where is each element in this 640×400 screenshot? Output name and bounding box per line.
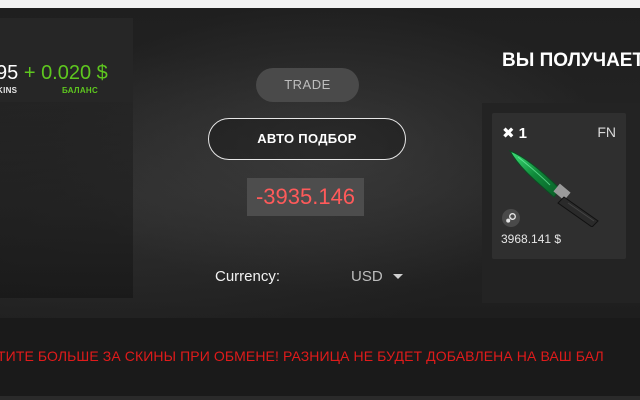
plus-sign: +: [23, 62, 36, 84]
balance-value: 0.020 $: [41, 62, 108, 84]
you-get-heading: ВЫ ПОЛУЧАЕТ: [502, 50, 640, 71]
quantity-value: 1: [518, 124, 527, 142]
skins-label: KINS: [0, 86, 18, 95]
item-card[interactable]: ✖ 1 FN 3968.141 $: [492, 113, 626, 259]
bottom-strip: [0, 396, 640, 400]
skins-count: 95: [0, 62, 19, 84]
currency-value: USD: [351, 268, 383, 285]
auto-select-button[interactable]: АВТО ПОДБОР: [208, 118, 406, 160]
currency-select[interactable]: USD: [351, 268, 403, 285]
warning-message: ТИТЕ БОЛЬШЕ ЗА СКИНЫ ПРИ ОБМЕНЕ! РАЗНИЦА…: [0, 348, 640, 364]
knife-icon: [508, 150, 599, 227]
user-stats-box: 95 + 0.020 $ KINS БАЛАНС: [0, 18, 133, 102]
warning-text: ТИТЕ БОЛЬШЕ ЗА СКИНЫ ПРИ ОБМЕНЕ! РАЗНИЦА…: [0, 348, 604, 364]
close-x-icon: ✖: [502, 125, 515, 142]
top-bar: [0, 0, 640, 8]
item-quantity: ✖ 1: [502, 124, 527, 143]
item-price: 3968.141 $: [501, 232, 562, 246]
balance-label: БАЛАНС: [62, 86, 99, 95]
steam-icon: [502, 209, 520, 227]
item-wear: FN: [597, 124, 616, 140]
trade-button[interactable]: TRADE: [256, 68, 359, 102]
currency-label: Currency:: [215, 268, 281, 285]
caret-down-icon: [392, 274, 403, 279]
difference-value: -3935.146: [247, 178, 364, 216]
stats-line: 95 + 0.020 $: [0, 62, 108, 85]
